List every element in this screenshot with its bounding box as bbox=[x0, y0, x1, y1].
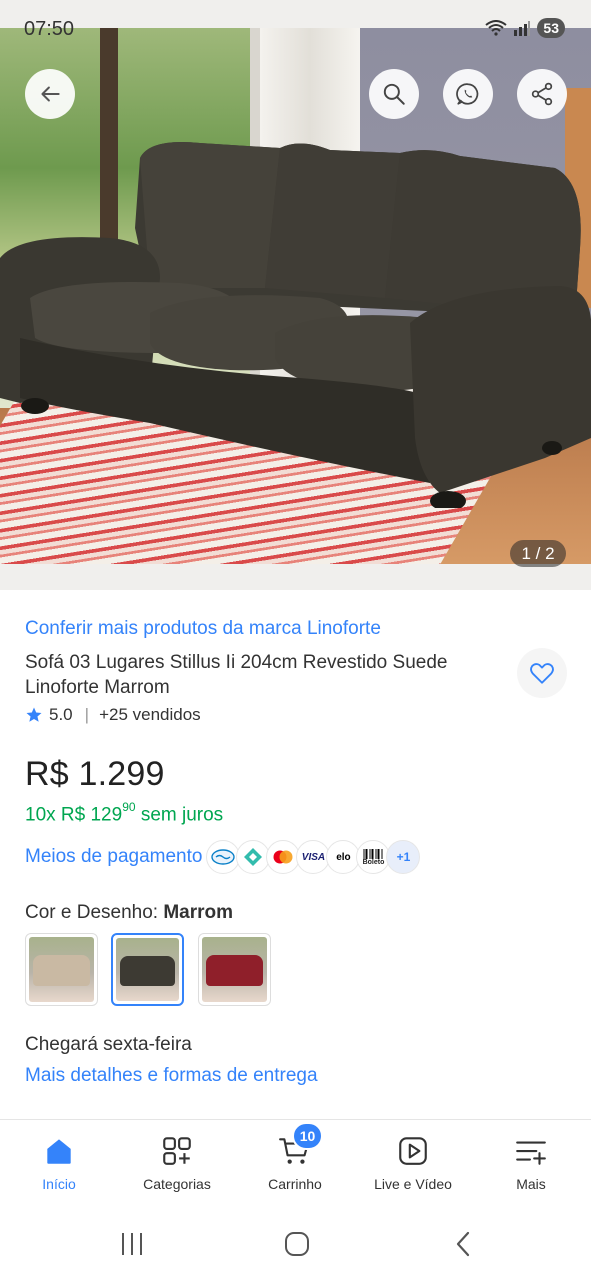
delivery-details-link[interactable]: Mais detalhes e formas de entrega bbox=[25, 1065, 318, 1087]
more-payments-badge[interactable]: +1 bbox=[386, 840, 421, 874]
chevron-left-icon bbox=[456, 1231, 470, 1257]
brand-link[interactable]: Conferir mais produtos da marca Linofort… bbox=[25, 618, 381, 640]
recent-apps-icon bbox=[122, 1233, 142, 1255]
product-photo[interactable] bbox=[0, 28, 591, 564]
favorite-button[interactable] bbox=[517, 648, 567, 698]
mastercard-icon bbox=[266, 840, 301, 874]
sold-count: +25 vendidos bbox=[99, 705, 201, 724]
nav-label: Categorias bbox=[143, 1176, 211, 1192]
status-time: 07:50 bbox=[24, 18, 75, 40]
installments-amount: 10x R$ 129 bbox=[25, 804, 123, 826]
search-button[interactable] bbox=[369, 69, 419, 119]
product-title: Sofá 03 Lugares Stillus Ii 204cm Revesti… bbox=[25, 652, 448, 698]
nav-label: Início bbox=[42, 1176, 76, 1192]
payment-methods-link[interactable]: Meios de pagamento bbox=[25, 846, 202, 868]
system-navigation-bar bbox=[0, 1207, 591, 1280]
home-system-button[interactable] bbox=[277, 1227, 317, 1261]
couch-thumb-icon bbox=[119, 955, 176, 986]
play-icon bbox=[399, 1137, 427, 1165]
nav-label: Carrinho bbox=[268, 1176, 322, 1192]
product-price: R$ 1.299 bbox=[25, 755, 165, 793]
sofa-illustration bbox=[0, 142, 591, 508]
visa-icon: VISA bbox=[296, 840, 331, 874]
product-image-gallery[interactable]: 07:50 53 1 / 2 bbox=[0, 0, 591, 590]
whatsapp-icon bbox=[456, 83, 479, 105]
variant-thumbnail bbox=[29, 937, 94, 1002]
variant-selected-value: Marrom bbox=[163, 902, 234, 923]
system-back-button[interactable] bbox=[443, 1227, 483, 1261]
elo-icon: elo bbox=[326, 840, 361, 874]
couch-thumb-icon bbox=[205, 955, 264, 987]
boleto-icon: Boleto bbox=[356, 840, 391, 874]
wifi-icon bbox=[485, 20, 508, 36]
delivery-estimate: Chegará sexta-feira bbox=[25, 1034, 192, 1055]
payment-methods-row[interactable]: Meios de pagamento VISA elo Boleto +1 bbox=[25, 840, 421, 874]
search-icon bbox=[383, 83, 405, 105]
home-circle-icon bbox=[285, 1232, 309, 1256]
nav-item-inicio[interactable]: Início bbox=[4, 1134, 114, 1192]
menu-plus-icon bbox=[516, 1141, 546, 1165]
variant-swatch-brown[interactable] bbox=[111, 933, 184, 1006]
rating-separator: | bbox=[84, 705, 90, 724]
star-icon bbox=[26, 707, 42, 722]
nav-label: Live e Vídeo bbox=[374, 1176, 452, 1192]
rating-row[interactable]: 5.0 | +25 vendidos bbox=[25, 705, 201, 725]
installments: 10x R$ 12990 sem juros bbox=[25, 800, 224, 826]
pix-icon bbox=[236, 840, 271, 874]
installments-suffix: sem juros bbox=[140, 804, 224, 826]
battery-indicator: 53 bbox=[537, 18, 565, 38]
nav-item-mais[interactable]: Mais bbox=[476, 1134, 586, 1192]
share-button[interactable] bbox=[517, 69, 567, 119]
variant-swatch-red[interactable] bbox=[198, 933, 271, 1006]
variant-label-text: Cor e Desenho: bbox=[25, 902, 159, 923]
heart-icon bbox=[530, 663, 554, 684]
home-icon bbox=[47, 1139, 71, 1164]
nav-item-categorias[interactable]: Categorias bbox=[122, 1134, 232, 1192]
boleto-label: Boleto bbox=[362, 858, 385, 866]
mercadopago-icon bbox=[206, 840, 241, 874]
back-button[interactable] bbox=[25, 69, 75, 119]
share-icon bbox=[531, 82, 553, 106]
nav-item-live-video[interactable]: Live e Vídeo bbox=[358, 1134, 468, 1192]
back-arrow-icon bbox=[41, 86, 60, 102]
variant-label: Cor e Desenho: Marrom bbox=[25, 902, 233, 924]
installments-cents: 90 bbox=[122, 800, 136, 814]
variant-swatch-beige[interactable] bbox=[25, 933, 98, 1006]
variant-thumbnail bbox=[116, 938, 179, 1001]
couch-thumb-icon bbox=[32, 955, 91, 987]
signal-icon bbox=[514, 21, 531, 36]
nav-label: Mais bbox=[516, 1176, 546, 1192]
recent-apps-button[interactable] bbox=[112, 1227, 152, 1261]
categories-icon bbox=[163, 1137, 191, 1165]
image-pager: 1 / 2 bbox=[510, 540, 566, 567]
rating-value: 5.0 bbox=[49, 705, 73, 724]
variant-thumbnail bbox=[202, 937, 267, 1002]
whatsapp-share-button[interactable] bbox=[443, 69, 493, 119]
cart-count-badge: 10 bbox=[292, 1122, 323, 1150]
status-icons: 53 bbox=[485, 18, 565, 38]
